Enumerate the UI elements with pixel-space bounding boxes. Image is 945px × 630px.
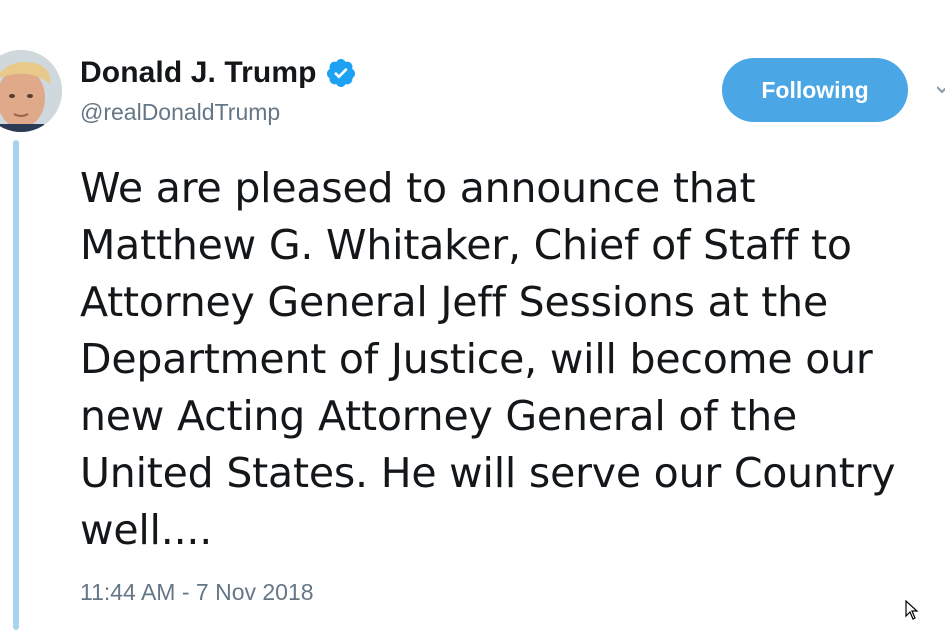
more-options-icon[interactable] [937, 84, 945, 94]
thread-line [13, 140, 19, 630]
profile-photo-icon [0, 50, 62, 132]
author-row: Donald J. Trump [80, 56, 357, 90]
author-display-name[interactable]: Donald J. Trump [80, 56, 317, 90]
tweet-timestamp[interactable]: 11:44 AM - 7 Nov 2018 [80, 579, 314, 606]
mouse-cursor-icon [905, 600, 919, 620]
author-handle[interactable]: @realDonaldTrump [80, 99, 280, 126]
following-button[interactable]: Following [722, 58, 908, 122]
tweet-text: We are pleased to announce that Matthew … [80, 164, 896, 554]
verified-badge-icon [326, 59, 355, 87]
avatar[interactable] [0, 50, 62, 132]
